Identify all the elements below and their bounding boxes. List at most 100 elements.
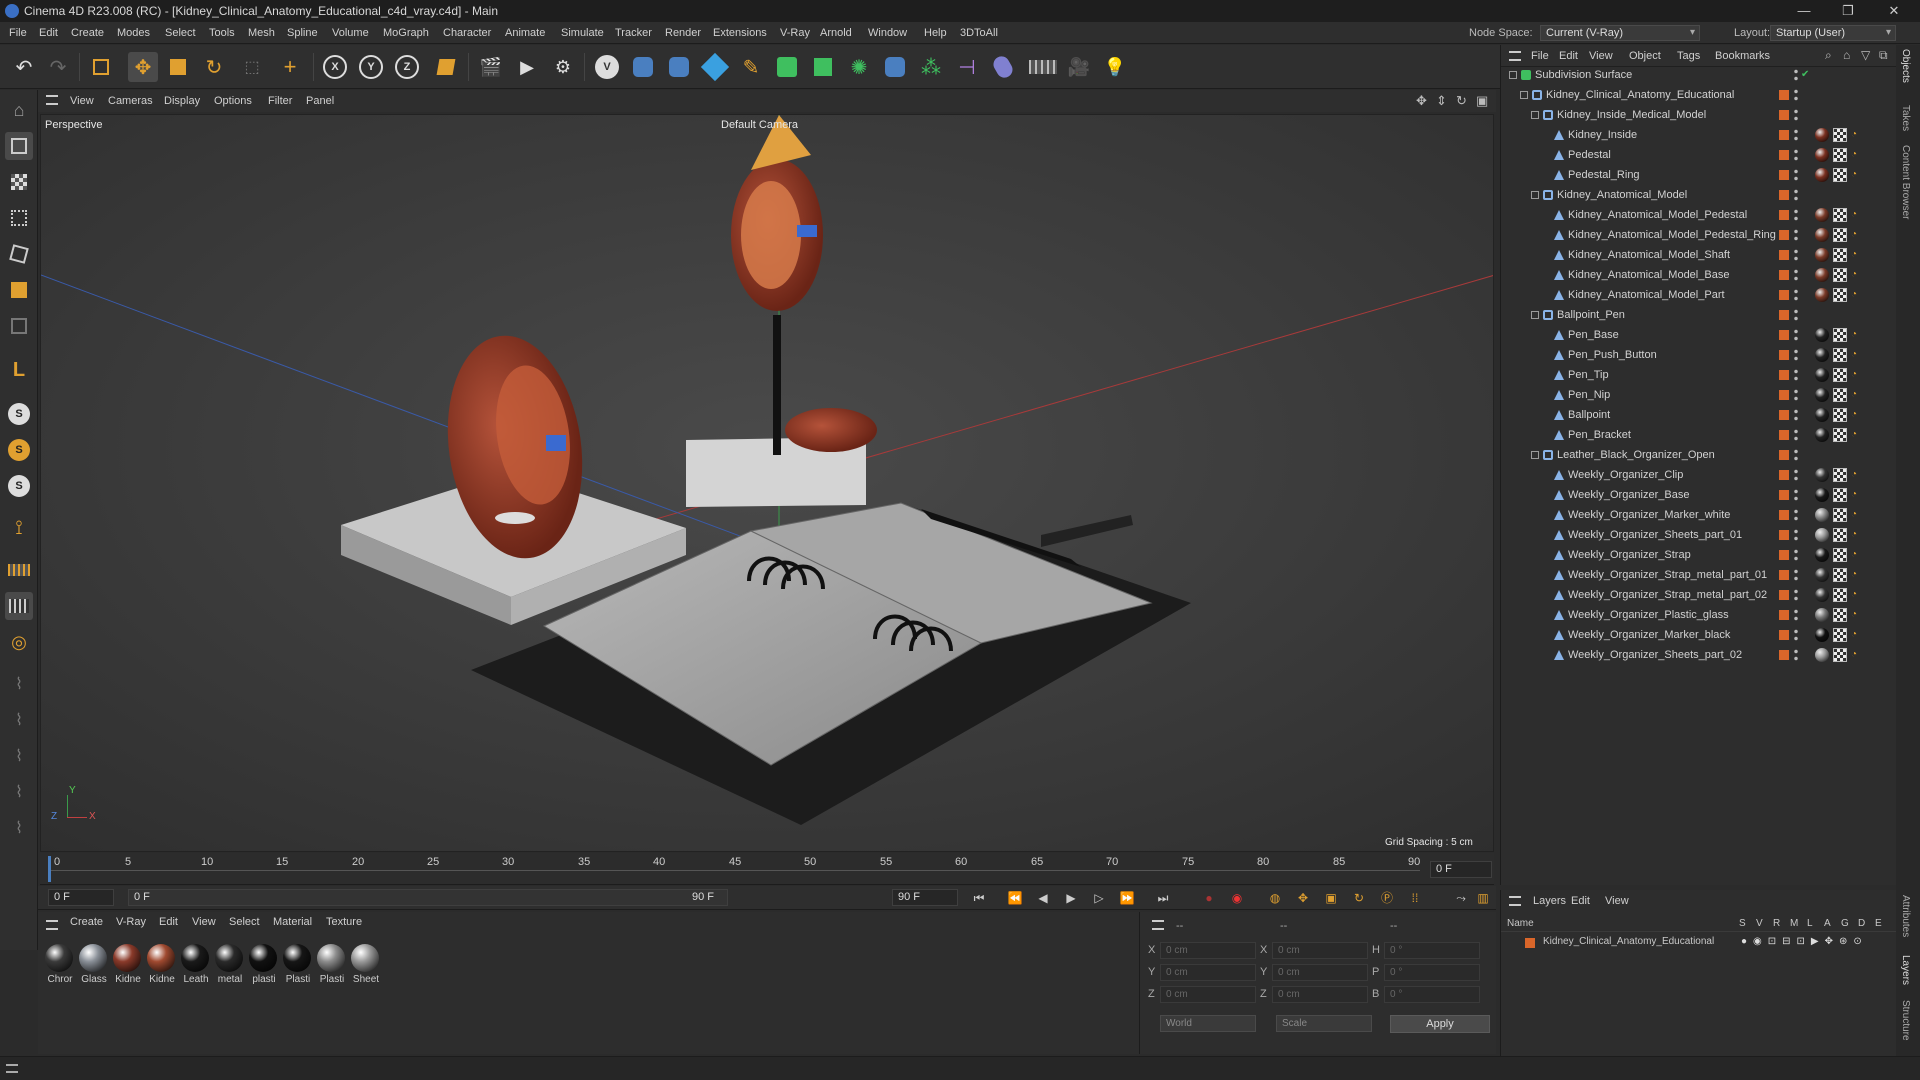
object-row[interactable]: Leather_Black_Organizer_Open (1501, 445, 1897, 465)
object-row[interactable]: Kidney_Anatomical_Model_Pedestal_Ring ◔ (1501, 225, 1897, 245)
previous-key-button[interactable]: ⏪ (1006, 889, 1024, 907)
menu-tools[interactable]: Tools (209, 22, 235, 44)
uvw-tag-icon[interactable] (1833, 128, 1847, 142)
phong-tag-icon[interactable]: ◔ (1851, 569, 1863, 581)
material-tag-icon[interactable] (1815, 488, 1829, 502)
key-rotation-button[interactable]: ↻ (1350, 889, 1368, 907)
menu-file[interactable]: File (9, 22, 27, 44)
layer-color-swatch[interactable] (1779, 550, 1789, 560)
material-tag-icon[interactable] (1815, 408, 1829, 422)
phong-tag-icon[interactable]: ◔ (1851, 249, 1863, 261)
object-name[interactable]: Kidney_Inside (1568, 125, 1637, 145)
object-name[interactable]: Kidney_Anatomical_Model_Base (1568, 265, 1729, 285)
phong-tag-icon[interactable]: ◔ (1851, 529, 1863, 541)
uvw-tag-icon[interactable] (1833, 248, 1847, 262)
phong-tag-icon[interactable]: ◔ (1851, 329, 1863, 341)
uvw-tag-icon[interactable] (1833, 508, 1847, 522)
snap-button-2[interactable]: S (5, 436, 33, 464)
sculpt-button-2[interactable]: ⌇ (5, 706, 33, 734)
menu-3dtoall[interactable]: 3DToAll (960, 22, 998, 44)
object-name[interactable]: Kidney_Anatomical_Model_Part (1568, 285, 1725, 305)
material-menu-edit[interactable]: Edit (159, 916, 178, 928)
visibility-dots-icon[interactable] (1794, 388, 1798, 402)
timeline-current-frame[interactable]: 0 F (1430, 861, 1492, 878)
timeline-ruler[interactable]: 0 5 10 15 20 25 30 35 40 45 50 55 60 65 … (40, 853, 1494, 885)
cloner-button[interactable]: ⁂ (916, 52, 946, 82)
object-row[interactable]: Kidney_Anatomical_Model (1501, 185, 1897, 205)
visibility-dots-icon[interactable] (1794, 288, 1798, 302)
visibility-dots-icon[interactable] (1794, 208, 1798, 222)
phong-tag-icon[interactable]: ◔ (1851, 169, 1863, 181)
scale-button[interactable] (163, 52, 193, 82)
viewport-menu-panel[interactable]: Panel (306, 90, 334, 112)
menu-extensions[interactable]: Extensions (713, 22, 767, 44)
layer-color-swatch[interactable] (1779, 190, 1789, 200)
sculpt-button-5[interactable]: ⌇ (5, 814, 33, 842)
layer-color-swatch[interactable] (1779, 250, 1789, 260)
material-tag-icon[interactable] (1815, 348, 1829, 362)
render-picture-viewer-button[interactable]: ▶ (512, 52, 542, 82)
material-swatch[interactable]: Plasti (316, 944, 346, 985)
sculpt-button-4[interactable]: ⌇ (5, 778, 33, 806)
key-position-button[interactable]: ✥ (1294, 889, 1312, 907)
visibility-dots-icon[interactable] (1794, 308, 1798, 322)
tag-button[interactable] (988, 52, 1018, 82)
material-tag-icon[interactable] (1815, 528, 1829, 542)
layer-color-swatch[interactable] (1779, 530, 1789, 540)
material-tag-icon[interactable] (1815, 288, 1829, 302)
object-row[interactable]: Ballpoint ◔ (1501, 405, 1897, 425)
menu-window[interactable]: Window (868, 22, 907, 44)
phong-tag-icon[interactable]: ◔ (1851, 209, 1863, 221)
uv-mode-button[interactable] (5, 312, 33, 340)
object-name[interactable]: Pedestal (1568, 145, 1611, 165)
layer-menu-view[interactable]: View (1605, 890, 1629, 912)
menu-animate[interactable]: Animate (505, 22, 545, 44)
object-menu-view[interactable]: View (1589, 45, 1613, 67)
cube-button[interactable] (700, 52, 730, 82)
layer-color-swatch[interactable] (1779, 290, 1789, 300)
object-name[interactable]: Ballpoint (1568, 405, 1610, 425)
object-row[interactable]: Weekly_Organizer_Strap ◔ (1501, 545, 1897, 565)
phong-tag-icon[interactable]: ◔ (1851, 149, 1863, 161)
object-name[interactable]: Weekly_Organizer_Strap (1568, 545, 1691, 565)
phong-tag-icon[interactable]: ◔ (1851, 629, 1863, 641)
polygon-mode-button[interactable] (5, 276, 33, 304)
material-menu-view[interactable]: View (192, 916, 216, 928)
uvw-tag-icon[interactable] (1833, 328, 1847, 342)
layer-color-swatch[interactable] (1779, 450, 1789, 460)
menu-arnold[interactable]: Arnold (820, 22, 852, 44)
material-swatch[interactable]: metal (214, 944, 244, 985)
visibility-dots-icon[interactable] (1794, 248, 1798, 262)
close-button[interactable]: ✕ (1872, 0, 1916, 22)
phong-tag-icon[interactable]: ◔ (1851, 349, 1863, 361)
material-tag-icon[interactable] (1815, 428, 1829, 442)
object-row[interactable]: Pen_Push_Button ◔ (1501, 345, 1897, 365)
keyframe-selection-button[interactable]: ◍ (1266, 889, 1284, 907)
previous-frame-button[interactable]: ◀ (1034, 889, 1052, 907)
y-axis-button[interactable]: Y (356, 52, 386, 82)
object-name[interactable]: Pen_Bracket (1568, 425, 1631, 445)
object-row[interactable]: Kidney_Inside ◔ (1501, 125, 1897, 145)
object-row[interactable]: Weekly_Organizer_Sheets_part_01 ◔ (1501, 525, 1897, 545)
layer-color-swatch[interactable] (1779, 590, 1789, 600)
layer-color-swatch[interactable] (1779, 470, 1789, 480)
render-view-button[interactable]: 🎬 (476, 52, 506, 82)
layer-color-swatch[interactable] (1779, 410, 1789, 420)
object-name[interactable]: Weekly_Organizer_Strap_metal_part_02 (1568, 585, 1767, 605)
object-name[interactable]: Weekly_Organizer_Marker_black (1568, 625, 1730, 645)
uvw-tag-icon[interactable] (1833, 628, 1847, 642)
expand-toggle-icon[interactable] (1509, 71, 1517, 79)
material-tag-icon[interactable] (1815, 548, 1829, 562)
object-name[interactable]: Pedestal_Ring (1568, 165, 1640, 185)
render-settings-button[interactable]: ⚙ (548, 52, 578, 82)
layer-color-swatch[interactable] (1779, 490, 1789, 500)
object-name[interactable]: Pen_Tip (1568, 365, 1609, 385)
visibility-dots-icon[interactable] (1794, 448, 1798, 462)
timeline-settings-button[interactable]: ▥ (1474, 889, 1492, 907)
coord-value-field[interactable]: 0 cm (1160, 986, 1256, 1003)
add-tool-button[interactable]: + (275, 52, 305, 82)
material-tag-icon[interactable] (1815, 388, 1829, 402)
object-row[interactable]: Kidney_Anatomical_Model_Pedestal ◔ (1501, 205, 1897, 225)
material-tag-icon[interactable] (1815, 268, 1829, 282)
camera-button[interactable]: 🎥 (1064, 52, 1094, 82)
